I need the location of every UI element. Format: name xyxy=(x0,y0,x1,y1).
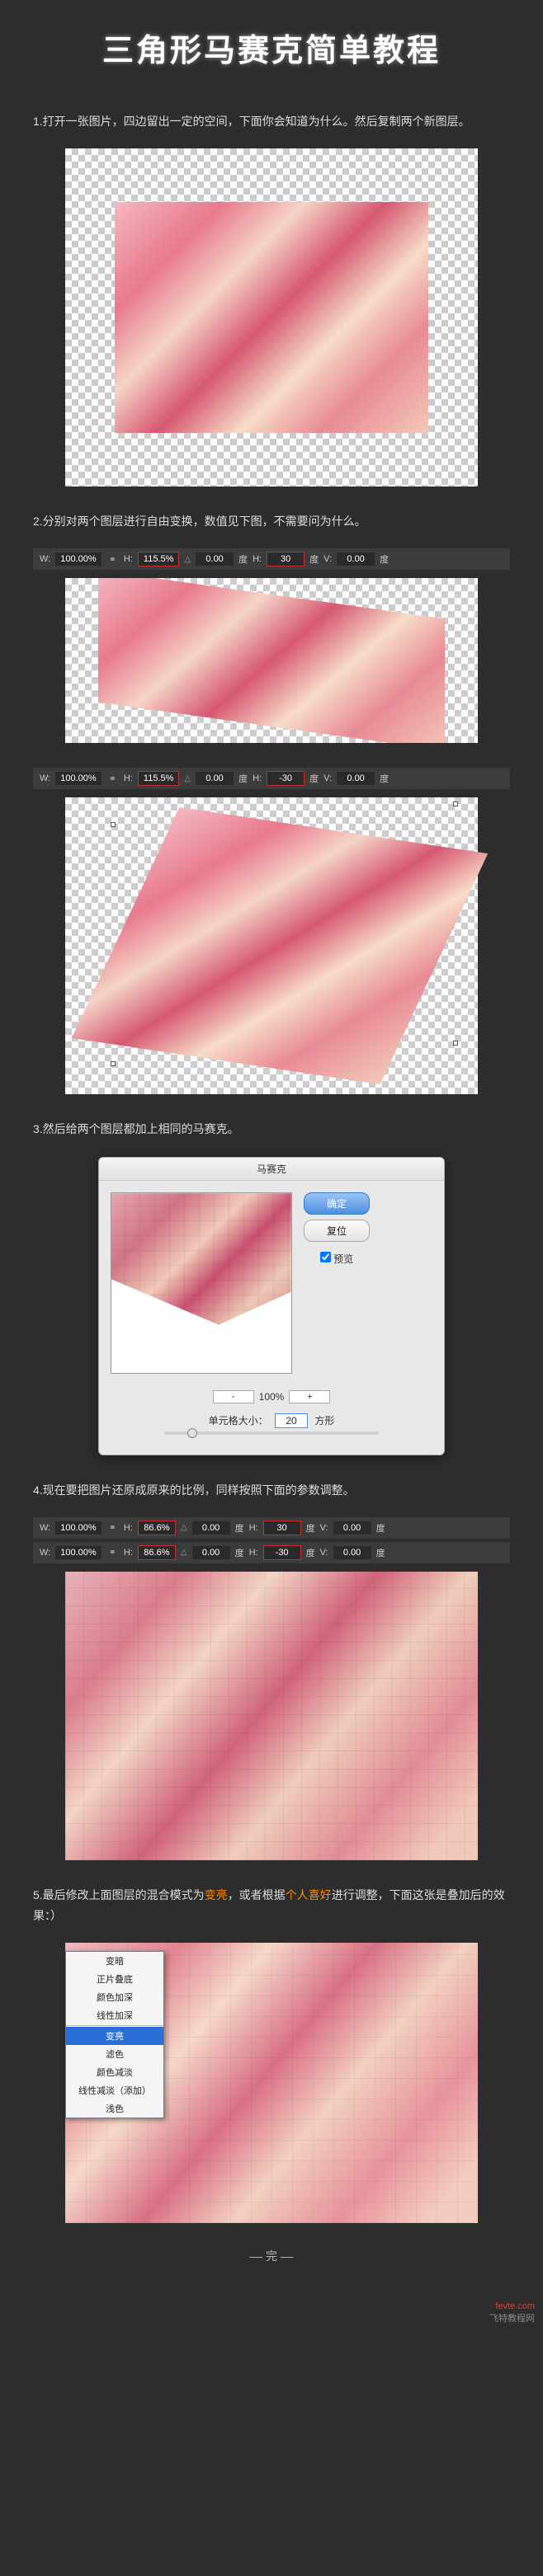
reset-button[interactable]: 复位 xyxy=(304,1220,370,1242)
cell-size-input[interactable]: 20 xyxy=(275,1413,308,1428)
skew-icon: △ xyxy=(184,555,191,564)
blend-item: 颜色减淡 xyxy=(66,2063,163,2081)
h-value: 115.5% xyxy=(138,552,180,566)
blend-item: 正片叠底 xyxy=(66,1970,163,1988)
blend-item: 滤色 xyxy=(66,2045,163,2063)
dialog-title: 马赛克 xyxy=(99,1158,444,1181)
blend-item: 变暗 xyxy=(66,1952,163,1970)
transform-bar-3: W:100.00% ⚭ H:86.6% △0.00 度 H:30 度 V:0.0… xyxy=(33,1517,510,1539)
link-icon[interactable]: ⚭ xyxy=(106,554,119,565)
transform-bar-2: W:100.00% ⚭ H:115.5% △0.00 度 H:-30 度 V:0… xyxy=(33,768,510,789)
step3-text: 3.然后给两个图层都加上相同的马赛克。 xyxy=(33,1119,510,1140)
image-skew2 xyxy=(65,797,478,1094)
blend-item: 颜色加深 xyxy=(66,1988,163,2006)
blend-item: 浅色 xyxy=(66,2099,163,2118)
image-step5: 变暗 正片叠底 颜色加深 线性加深 变亮 滤色 颜色减淡 线性减淡（添加） 浅色 xyxy=(65,1943,478,2223)
link-icon[interactable]: ⚭ xyxy=(106,773,119,784)
rot-value: 30 xyxy=(267,552,305,566)
step1-text: 1.打开一张图片，四边留出一定的空间，下面你会知道为什么。然后复制两个新图层。 xyxy=(33,111,510,132)
mosaic-dialog: 马赛克 确定 复位 预览 - 100% + xyxy=(98,1157,445,1455)
zoom-out[interactable]: - xyxy=(213,1390,254,1403)
step2-text: 2.分别对两个图层进行自由变换，数值见下图，不需要问为什么。 xyxy=(33,511,510,532)
preview-checkbox[interactable]: 预览 xyxy=(320,1252,353,1266)
image-step4 xyxy=(65,1572,478,1860)
mosaic-preview xyxy=(111,1192,292,1374)
blend-item: 线性减淡（添加） xyxy=(66,2081,163,2099)
watermark: fevte.com 飞特教程网 xyxy=(0,2301,543,2325)
zoom-value: 100% xyxy=(259,1391,285,1403)
end-marker: –– 完 –– xyxy=(33,2248,510,2264)
blend-mode-menu[interactable]: 变暗 正片叠底 颜色加深 线性加深 变亮 滤色 颜色减淡 线性减淡（添加） 浅色 xyxy=(65,1951,164,2118)
blend-item: 线性加深 xyxy=(66,2006,163,2024)
w-value: 100.00% xyxy=(55,552,101,566)
image-skew1 xyxy=(65,578,478,743)
transform-bar-4: W:100.00% ⚭ H:86.6% △0.00 度 H:-30 度 V:0.… xyxy=(33,1542,510,1563)
cell-size-slider[interactable] xyxy=(164,1431,379,1435)
step4-text: 4.现在要把图片还原成原来的比例，同样按照下面的参数调整。 xyxy=(33,1480,510,1501)
blend-item-selected: 变亮 xyxy=(66,2027,163,2045)
image-step1 xyxy=(65,148,478,487)
ok-button[interactable]: 确定 xyxy=(304,1192,370,1215)
page-title: 三角形马赛克简单教程 xyxy=(33,25,510,70)
step5-text: 5.最后修改上面图层的混合模式为变亮，或者根据个人喜好进行调整，下面这张是叠加后… xyxy=(33,1885,510,1926)
transform-bar-1: W:100.00% ⚭ H:115.5% △0.00 度 H:30 度 V:0.… xyxy=(33,548,510,570)
zoom-in[interactable]: + xyxy=(289,1390,330,1403)
